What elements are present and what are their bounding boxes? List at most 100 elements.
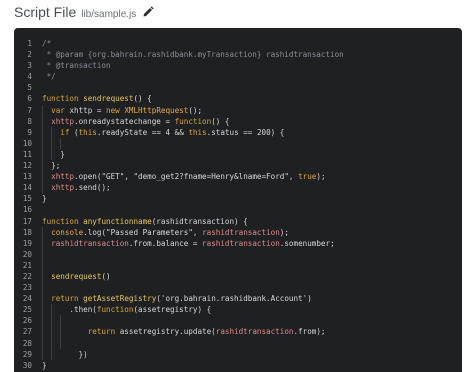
code-token: }) xyxy=(42,349,88,359)
code-token: sendrequest xyxy=(83,94,134,104)
code-line: 20 xyxy=(14,248,462,260)
code-token: new xyxy=(106,105,125,115)
line-content xyxy=(42,204,462,215)
indent-guide xyxy=(60,315,62,327)
code-lines: 1/* 2 * @param {org.bahrain.rashidbank.my… xyxy=(14,38,462,371)
code-token: .open( xyxy=(74,172,102,182)
line-number: 11 xyxy=(22,149,32,159)
line-content: }; xyxy=(42,160,462,172)
code-token: ) { xyxy=(270,127,285,137)
code-token: true xyxy=(298,172,317,182)
indent-guide xyxy=(42,259,43,271)
line-number: 4 xyxy=(27,72,32,82)
indent-guide xyxy=(42,126,43,138)
code-token: } xyxy=(42,194,47,204)
code-line: 26 xyxy=(14,315,462,327)
code-token: /* xyxy=(42,39,52,48)
indent-guide xyxy=(42,115,43,127)
indent-guide xyxy=(51,315,53,327)
code-line: 15} xyxy=(14,193,462,204)
indent-guide xyxy=(42,304,43,316)
code-line: 21 xyxy=(14,259,462,271)
code-line: 10 xyxy=(14,137,462,149)
indent-guide xyxy=(51,304,53,316)
code-token: } xyxy=(42,149,65,159)
code-token: function xyxy=(42,94,84,104)
code-editor[interactable]: 1/* 2 * @param {org.bahrain.rashidbank.my… xyxy=(14,28,462,372)
code-line: 1 /* xyxy=(14,38,462,49)
code-line: 22 sendrequest() xyxy=(14,270,462,283)
code-token: (assetregistry) { xyxy=(133,305,212,315)
code-line: 27 return assetregistry.update(rashidtra… xyxy=(14,326,462,338)
line-number: 26 xyxy=(22,316,32,326)
line-content: return assetregistry.update(rashidtransa… xyxy=(42,326,462,338)
code-token: && xyxy=(170,127,189,137)
line-number: 15 xyxy=(22,194,32,204)
line-number: 30 xyxy=(22,360,32,370)
line-number: 24 xyxy=(22,294,32,304)
code-line: 18 console.log("Passed Parameters", rash… xyxy=(14,226,462,238)
line-number: 25 xyxy=(22,305,32,315)
code-token: () xyxy=(101,271,111,281)
line-number: 5 xyxy=(27,83,32,93)
code-line: 30} xyxy=(14,360,462,371)
indent-guide xyxy=(51,148,53,161)
code-line: 6 function sendrequest() { xyxy=(14,93,462,104)
line-content xyxy=(42,259,462,271)
code-token: return xyxy=(87,327,120,337)
code-token: return xyxy=(51,294,84,304)
pencil-icon[interactable] xyxy=(142,5,154,17)
indent-guide xyxy=(51,348,53,360)
code-token: .readyState == xyxy=(96,127,166,137)
line-content: return getAssetRegistry('org.bahrain.ras… xyxy=(42,293,462,305)
code-token: () { xyxy=(133,94,152,104)
line-content: var xhttp = new XMLHttpRequest(); xyxy=(42,104,462,116)
code-token: (rashidtransaction) { xyxy=(151,216,248,226)
line-content: * @transaction xyxy=(42,60,462,71)
indent-guide xyxy=(60,137,62,149)
line-number: 3 xyxy=(27,61,32,71)
line-content xyxy=(42,337,462,349)
code-line: 4 */ xyxy=(14,71,462,82)
code-token: 200 xyxy=(256,127,271,137)
code-token: xhttp xyxy=(51,183,75,193)
code-token: }; xyxy=(42,161,61,171)
code-line: 2 * @param {org.bahrain.rashidbank.myTra… xyxy=(14,49,462,60)
line-content: rashidtransaction.from.balance = rashidt… xyxy=(42,237,462,249)
line-number: 19 xyxy=(22,238,32,248)
code-token: .somenumber; xyxy=(279,238,335,248)
code-token: anyfunctionname xyxy=(83,216,152,226)
line-number: 2 xyxy=(27,50,32,60)
file-path: lib/sample.js xyxy=(81,9,137,20)
code-token: , xyxy=(192,227,203,237)
code-line: 5 xyxy=(14,82,462,93)
line-number: 10 xyxy=(22,138,32,148)
line-content: xhttp.open("GET", "demo_get2?fname=Henry… xyxy=(42,171,462,183)
line-number: 28 xyxy=(22,338,32,348)
code-token: xhttp xyxy=(51,116,75,126)
line-number: 14 xyxy=(22,183,32,193)
code-token: * @transaction xyxy=(42,61,111,71)
page-title: Script File xyxy=(14,4,77,20)
code-line: 16 xyxy=(14,204,462,215)
line-number: 6 xyxy=(27,94,32,104)
line-number: 21 xyxy=(22,260,32,270)
indent-guide xyxy=(42,348,43,360)
code-line: 23 xyxy=(14,282,462,294)
code-token: XMLHttpRequest xyxy=(124,105,189,115)
code-token: function xyxy=(96,305,134,315)
code-token: function xyxy=(42,216,84,226)
code-line: 8 xhttp.onreadystatechange = function() … xyxy=(14,115,462,127)
indent-guide xyxy=(51,137,53,149)
code-token: 'org.bahrain.rashidbank.Account' xyxy=(160,294,308,304)
line-number: 8 xyxy=(27,116,32,126)
indent-guide xyxy=(42,182,43,194)
indent-guide xyxy=(42,326,43,338)
indent-guide xyxy=(42,282,43,294)
line-content xyxy=(42,82,462,93)
code-line: 28 xyxy=(14,337,462,349)
line-content: function sendrequest() { xyxy=(42,93,462,104)
line-content: } xyxy=(42,193,462,204)
